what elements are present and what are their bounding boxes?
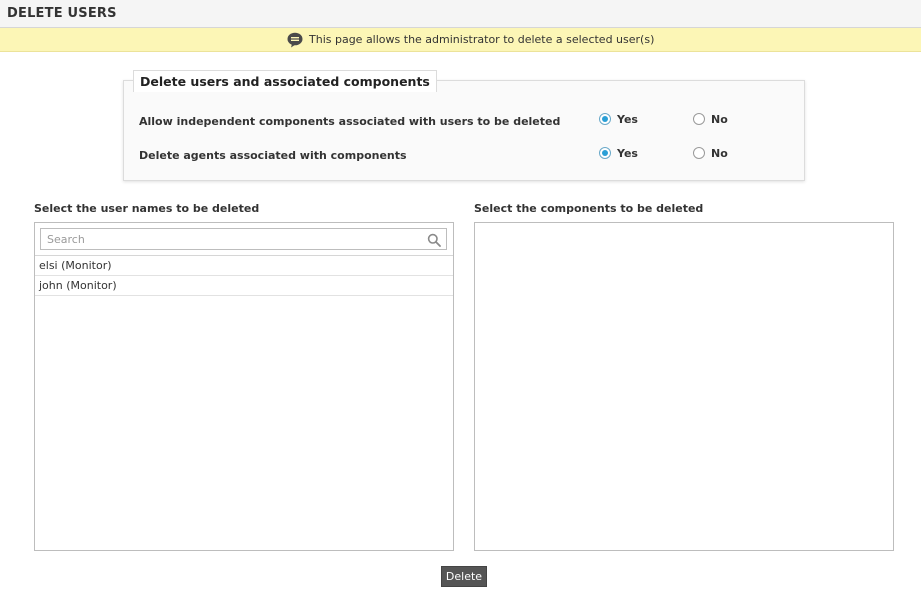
radio-independent-no-label[interactable]: No bbox=[711, 113, 728, 126]
list-item[interactable]: john (Monitor) bbox=[35, 276, 453, 296]
search-input[interactable] bbox=[41, 229, 421, 249]
title-bar: DELETE USERS bbox=[0, 0, 921, 28]
info-banner: This page allows the administrator to de… bbox=[0, 28, 921, 52]
users-list: elsi (Monitor) john (Monitor) bbox=[34, 222, 454, 551]
users-heading: Select the user names to be deleted bbox=[34, 202, 260, 215]
radio-agents-yes-label[interactable]: Yes bbox=[617, 147, 638, 160]
radio-independent-yes[interactable] bbox=[599, 113, 611, 125]
info-banner-text: This page allows the administrator to de… bbox=[309, 33, 655, 46]
option-label-delete-agents: Delete agents associated with components bbox=[139, 149, 407, 162]
options-fieldset bbox=[123, 80, 805, 181]
radio-independent-no[interactable] bbox=[693, 113, 705, 125]
search-box bbox=[40, 228, 447, 250]
search-icon[interactable] bbox=[427, 232, 441, 247]
radio-agents-no[interactable] bbox=[693, 147, 705, 159]
radio-agents-no-label[interactable]: No bbox=[711, 147, 728, 160]
radio-agents-yes[interactable] bbox=[599, 147, 611, 159]
delete-button[interactable]: Delete bbox=[441, 566, 487, 587]
comment-icon bbox=[287, 32, 303, 48]
option-label-independent-components: Allow independent components associated … bbox=[139, 115, 561, 128]
options-legend: Delete users and associated components bbox=[133, 70, 437, 92]
list-item[interactable]: elsi (Monitor) bbox=[35, 256, 453, 276]
radio-independent-yes-label[interactable]: Yes bbox=[617, 113, 638, 126]
page-title: DELETE USERS bbox=[7, 6, 117, 21]
components-heading: Select the components to be deleted bbox=[474, 202, 704, 215]
components-list[interactable] bbox=[474, 222, 894, 551]
